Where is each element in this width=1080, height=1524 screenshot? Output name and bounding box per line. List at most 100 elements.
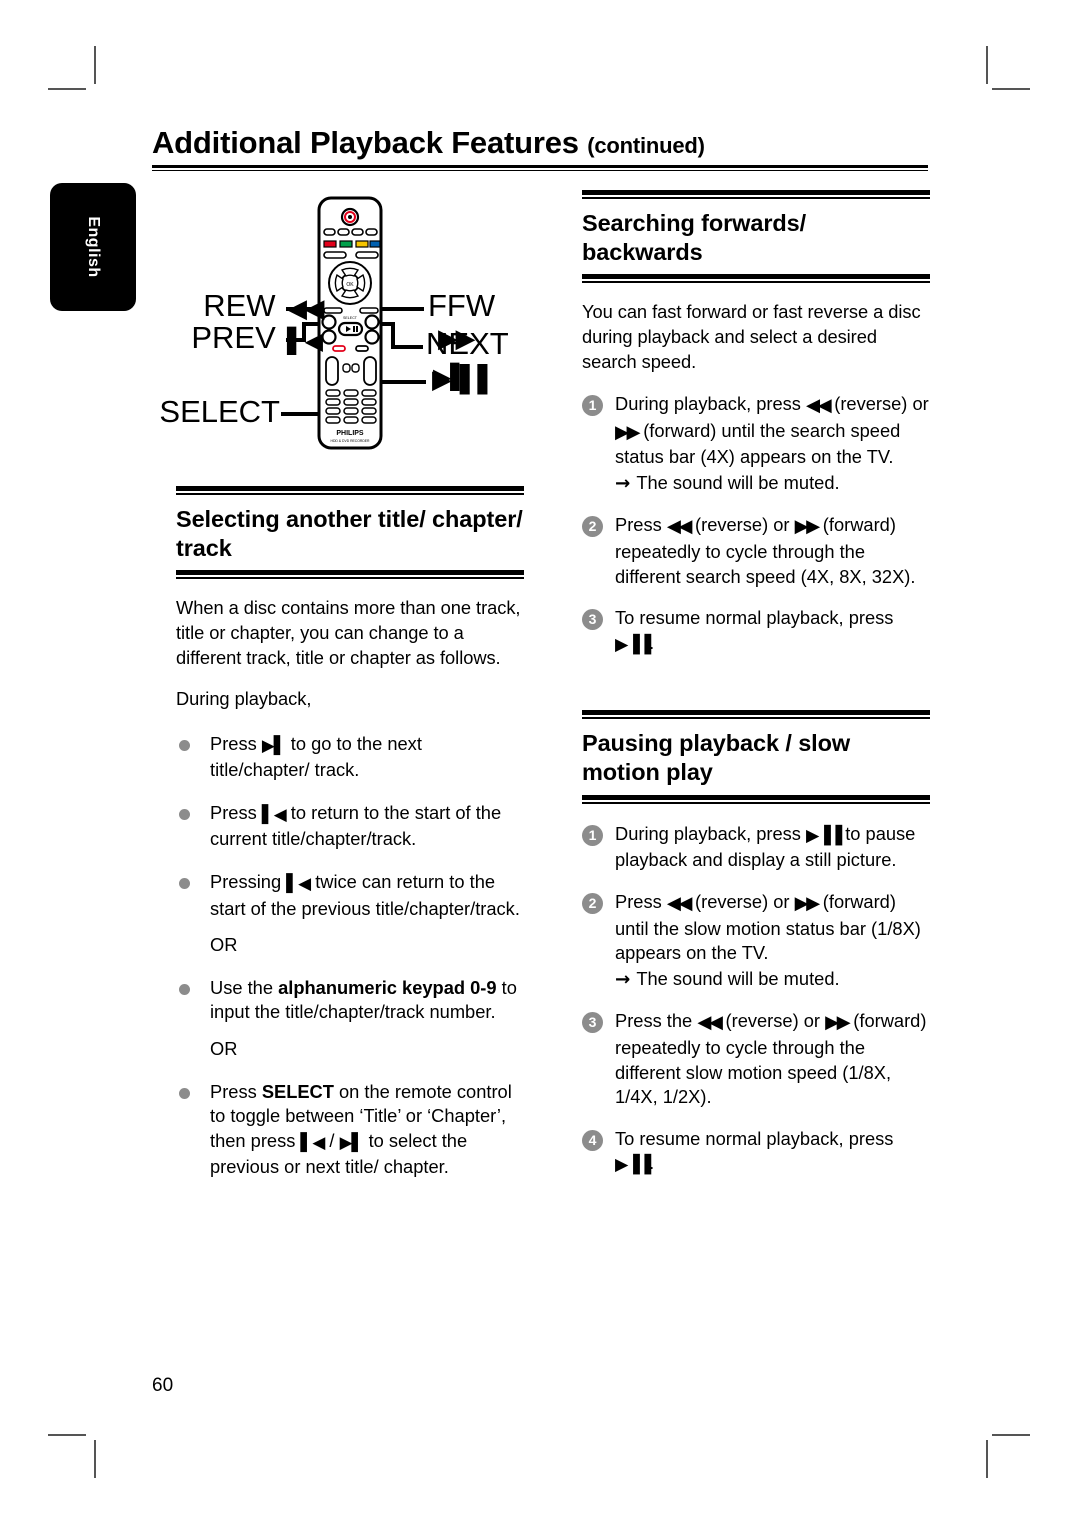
section-heading-selecting: Selecting another title/ chapter/ track <box>176 506 523 561</box>
section-rule-bottom <box>582 794 930 804</box>
list-item: Use the alphanumeric keypad 0-9 to input… <box>176 976 524 1025</box>
bullet-text-pre: Pressing <box>210 871 287 893</box>
step-seg-0: Press the <box>615 1010 698 1032</box>
rewind-icon <box>697 1011 720 1036</box>
fast-forward-icon <box>615 421 638 446</box>
or-separator-1: OR <box>210 934 238 956</box>
list-item: 3 Press the (reverse) or (forward) repea… <box>582 1009 930 1109</box>
step-seg-0: To resume normal playback, press <box>615 1127 894 1149</box>
step-seg-0: Press <box>615 514 667 536</box>
step-sub-text: The sound will be muted. <box>636 967 840 989</box>
list-item: 3 To resume normal playback, press . <box>582 606 930 657</box>
searching-intro-text: You can fast forward or fast reverse a d… <box>582 301 921 372</box>
play-pause-icon <box>615 633 649 658</box>
section-rule-bottom <box>176 570 524 580</box>
during-playback-text: During playback, <box>176 688 312 710</box>
page-title-main: Additional Playback Features <box>152 125 579 160</box>
crop-mark-top-left-h <box>48 88 86 90</box>
keypad-bold-label: alphanumeric keypad 0-9 <box>278 976 497 998</box>
section-rule-top <box>582 190 930 199</box>
left-column: Selecting another title/ chapter/ track … <box>176 190 524 1198</box>
title-divider <box>152 165 928 172</box>
play-pause-icon <box>806 824 840 849</box>
fast-forward-icon <box>795 515 818 540</box>
previous-icon <box>286 872 310 897</box>
crop-mark-top-right-v <box>986 46 988 84</box>
searching-step-list: 1 During playback, press (reverse) or (f… <box>582 392 930 657</box>
step-number: 1 <box>582 824 603 846</box>
bullet-dot-icon <box>179 1087 190 1099</box>
next-icon <box>262 734 286 759</box>
rewind-icon <box>667 892 690 917</box>
crop-mark-top-left-v <box>94 46 96 84</box>
step-seg-4: (forward) until the search speed status … <box>615 419 901 468</box>
page-title-continued: (continued) <box>587 133 705 158</box>
play-pause-icon <box>615 1153 649 1178</box>
section-searching: Searching forwards/ backwards <box>582 190 930 284</box>
list-item: 4 To resume normal playback, press . <box>582 1127 930 1178</box>
keypad-bullet-list: Use the alphanumeric keypad 0-9 to input… <box>176 976 524 1025</box>
step-seg-0: To resume normal playback, press <box>615 607 894 629</box>
bullet-dot-icon <box>179 983 190 995</box>
arrow-right-icon: → <box>615 968 631 990</box>
select-separator: / <box>324 1129 340 1151</box>
section-rule-top <box>582 710 930 720</box>
step-seg-2: (reverse) or <box>689 890 795 912</box>
section-pausing: Pausing playback / slow motion play <box>582 710 930 804</box>
keypad-text-pre: Use the <box>210 976 279 998</box>
page-title: Additional Playback Features (continued) <box>152 126 928 159</box>
select-bullet-list: Press SELECT on the remote control to to… <box>176 1080 524 1180</box>
bullet-text-pre: Press <box>210 732 262 754</box>
select-bold-label: SELECT <box>261 1080 334 1102</box>
rewind-icon <box>806 394 829 419</box>
previous-icon <box>300 1131 324 1156</box>
manual-page: English Additional Playback Features (co… <box>0 0 1080 1524</box>
section-heading-pausing: Pausing playback / slow motion play <box>582 730 851 786</box>
step-sub-note: → The sound will be muted. <box>615 471 930 497</box>
fast-forward-icon <box>825 1011 848 1036</box>
section-selecting-title: Selecting another title/ chapter/ track <box>176 486 524 580</box>
section-rule-top <box>176 486 524 495</box>
crop-mark-bottom-right-h <box>992 1434 1030 1436</box>
previous-icon <box>262 803 286 828</box>
bullet-text-pre: Press <box>210 801 262 823</box>
pausing-step-list: 1 During playback, press to pause playba… <box>582 822 930 1178</box>
crop-mark-top-right-h <box>992 88 1030 90</box>
step-number: 3 <box>582 1012 603 1034</box>
page-number: 60 <box>152 1375 174 1396</box>
bullet-dot-icon <box>179 739 190 751</box>
step-number: 4 <box>582 1129 603 1151</box>
list-item: Press to go to the next title/chapter/ t… <box>176 732 524 783</box>
crop-mark-bottom-left-v <box>94 1440 96 1478</box>
arrow-right-icon: → <box>615 472 631 494</box>
or-separator-2: OR <box>210 1038 238 1060</box>
selecting-bullet-list: Press to go to the next title/chapter/ t… <box>176 732 524 922</box>
section-rule-bottom <box>582 274 930 284</box>
step-number: 2 <box>582 892 603 914</box>
bullet-dot-icon <box>179 808 190 820</box>
step-number: 3 <box>582 609 603 631</box>
step-seg-0: Press <box>615 890 667 912</box>
step-seg-0: During playback, press <box>615 822 807 844</box>
list-item: Press to return to the start of the curr… <box>176 801 524 852</box>
rewind-icon <box>667 515 690 540</box>
step-seg-2: . <box>649 631 655 653</box>
step-seg-2: (reverse) or <box>829 393 929 415</box>
crop-mark-bottom-right-v <box>986 1440 988 1478</box>
step-sub-text: The sound will be muted. <box>636 471 840 493</box>
bullet-dot-icon <box>179 878 190 890</box>
crop-mark-bottom-left-h <box>48 1434 86 1436</box>
language-tab-label: English <box>85 216 102 278</box>
figure-spacer <box>176 190 524 486</box>
list-item: 2 Press (reverse) or (forward) repeatedl… <box>582 513 930 589</box>
step-sub-note: → The sound will be muted. <box>615 967 930 993</box>
right-column: Searching forwards/ backwards You can fa… <box>582 190 930 1195</box>
list-item: Press SELECT on the remote control to to… <box>176 1080 524 1180</box>
page-title-block: Additional Playback Features (continued) <box>152 126 928 172</box>
list-item: 1 During playback, press (reverse) or (f… <box>582 392 930 496</box>
list-item: 2 Press (reverse) or (forward) until the… <box>582 890 930 992</box>
next-icon <box>340 1131 364 1156</box>
section-heading-searching: Searching forwards/ backwards <box>582 210 807 265</box>
select-text-pre: Press <box>210 1080 262 1102</box>
